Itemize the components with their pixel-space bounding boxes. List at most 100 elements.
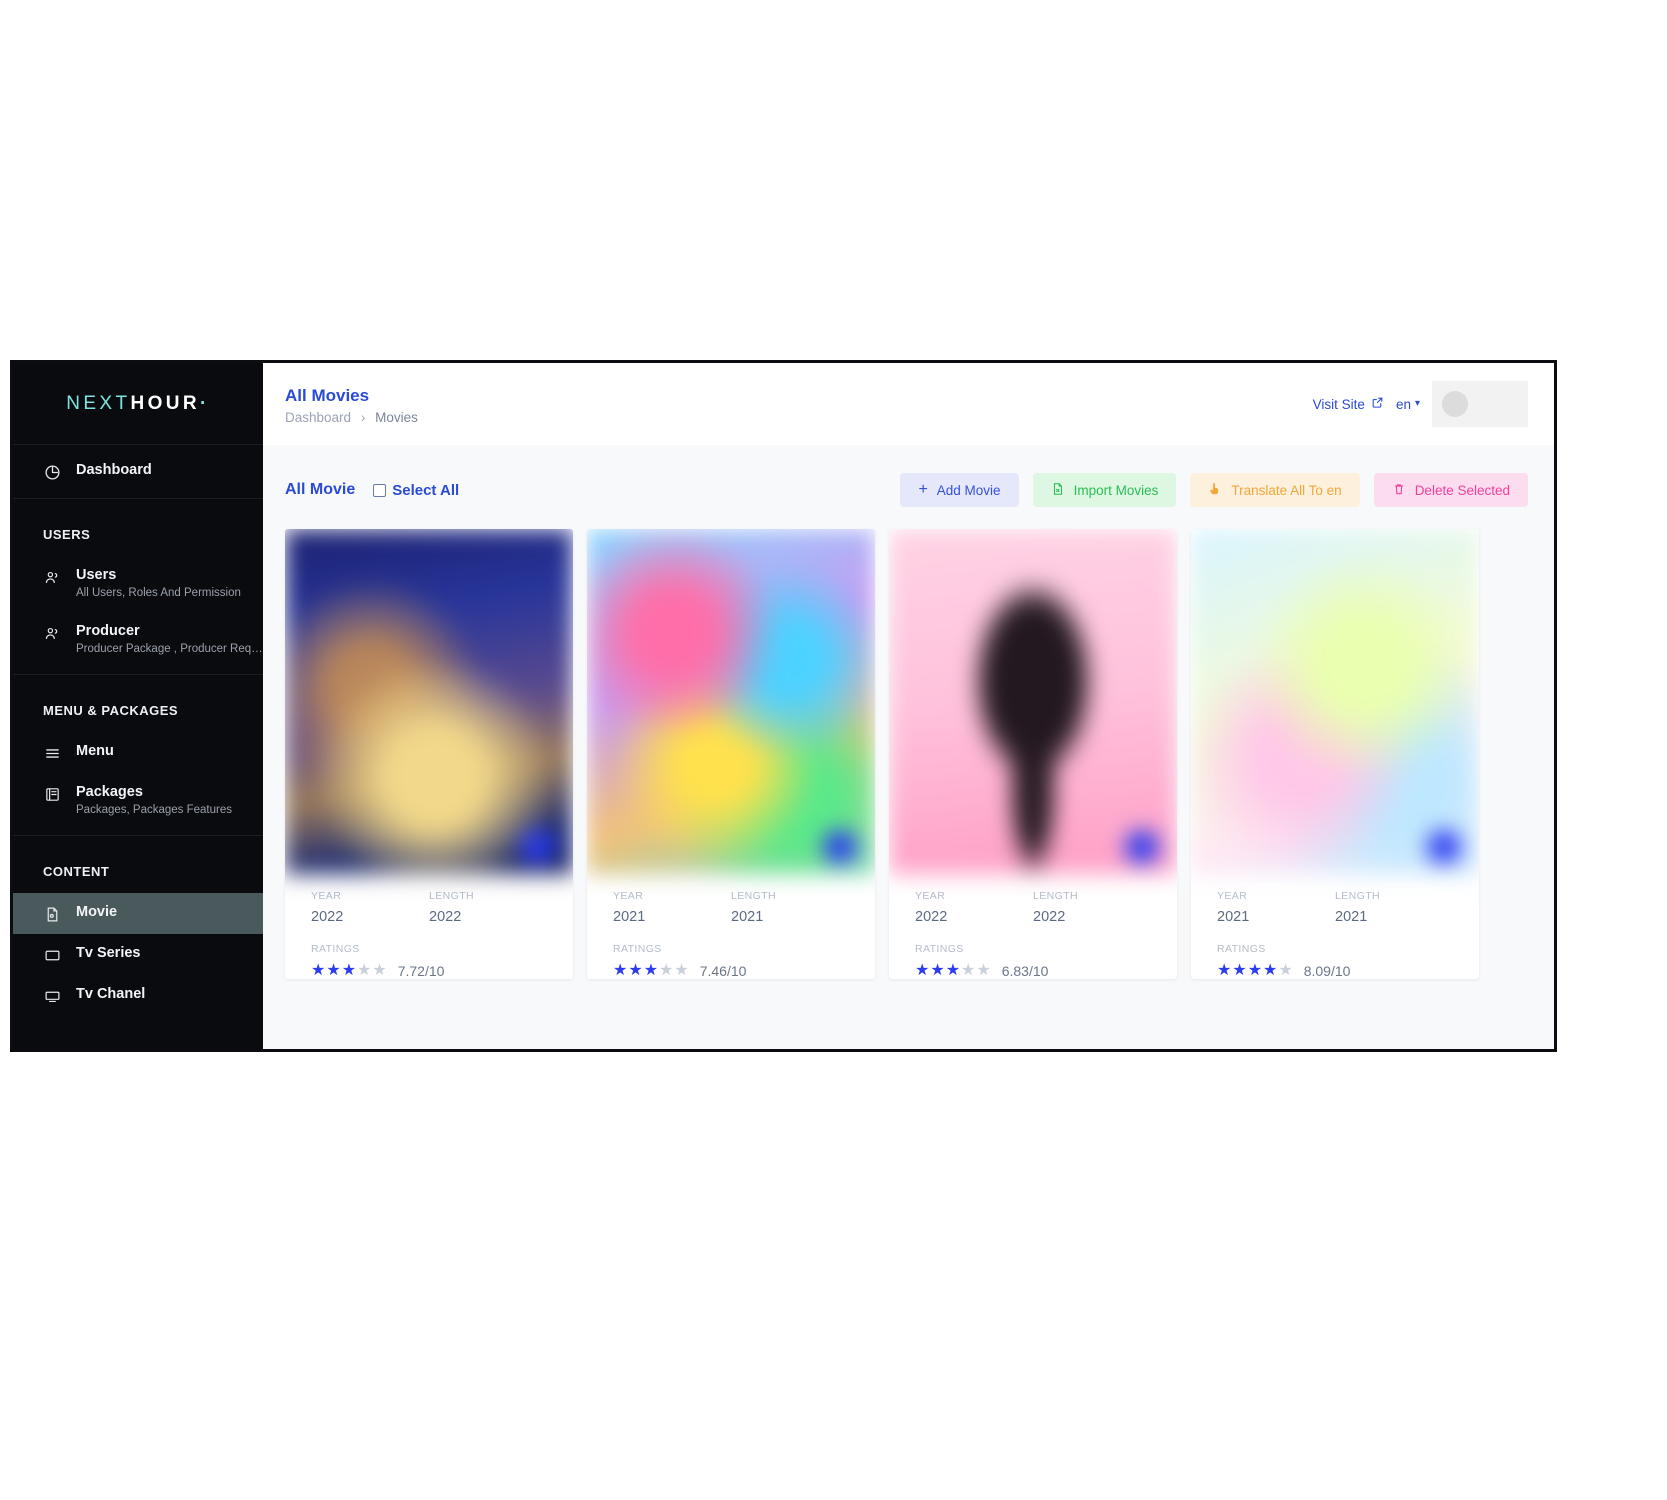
star-rating: ★ ★ ★ ★ ★ xyxy=(311,963,387,979)
visit-site-link[interactable]: Visit Site xyxy=(1313,396,1384,412)
brand-dot: · xyxy=(200,392,210,414)
delete-selected-button[interactable]: Delete Selected xyxy=(1373,473,1528,507)
sidebar-item-menu[interactable]: Menu xyxy=(13,732,263,773)
sidebar-item-users[interactable]: Users All Users, Roles And Permission xyxy=(13,556,263,612)
length-value: 2021 xyxy=(1335,909,1368,925)
nav-section-content: CONTENT Movie Tv Series Tv Chanel xyxy=(13,836,263,1022)
sidebar-item-movie[interactable]: Movie xyxy=(13,893,263,934)
excel-file-icon xyxy=(1051,482,1065,499)
length-label: LENGTH xyxy=(731,890,776,902)
year-value: 2021 xyxy=(1217,909,1250,925)
star-icon: ★ xyxy=(613,962,628,979)
user-menu[interactable] xyxy=(1432,381,1528,427)
users-icon xyxy=(43,624,62,643)
length-value: 2022 xyxy=(1033,909,1066,925)
rating-value: 8.09/10 xyxy=(1303,963,1351,979)
ratings-label: RATINGS xyxy=(613,943,662,955)
breadcrumb-dashboard[interactable]: Dashboard xyxy=(285,410,351,425)
breadcrumb: Dashboard › Movies xyxy=(285,410,418,425)
sidebar-item-packages[interactable]: Packages Packages, Packages Features xyxy=(13,773,263,829)
select-all-control[interactable]: Select All xyxy=(373,482,459,499)
movie-poster[interactable] xyxy=(1191,529,1479,874)
plus-icon: + xyxy=(918,481,928,498)
movie-card[interactable]: YEAR 2022 LENGTH 2022 RATINGS ★ ★ ★ ★ ★ … xyxy=(285,529,573,979)
star-rating: ★ ★ ★ ★ ★ xyxy=(915,963,991,979)
breadcrumb-separator: › xyxy=(360,409,366,425)
movie-card[interactable]: YEAR 2021 LENGTH 2021 RATINGS ★ ★ ★ ★ ★ … xyxy=(587,529,875,979)
brand-hour: HOUR xyxy=(130,392,201,414)
topbar: All Movies Dashboard › Movies Visit Site… xyxy=(263,363,1554,445)
language-selector[interactable]: en ▾ xyxy=(1396,397,1420,412)
movie-year-field: YEAR 2022 xyxy=(311,890,429,925)
movie-year-field: YEAR 2021 xyxy=(613,890,731,925)
toolbar-left: All Movie Select All xyxy=(285,481,459,499)
select-all-checkbox[interactable] xyxy=(373,483,387,497)
movie-card-body: YEAR 2022 LENGTH 2022 RATINGS ★ ★ ★ ★ ★ … xyxy=(889,874,1177,979)
sidebar-item-label: Movie xyxy=(76,904,118,920)
movie-year-field: YEAR 2021 xyxy=(1217,890,1335,925)
import-movies-label: Import Movies xyxy=(1073,482,1159,498)
page-title: All Movies xyxy=(285,385,370,405)
movie-rating: ★ ★ ★ ★ ★ 8.09/10 xyxy=(1217,963,1453,980)
length-value: 2021 xyxy=(731,909,764,925)
sidebar-item-sublabel: Packages, Packages Features xyxy=(76,804,232,816)
breadcrumb-current: Movies xyxy=(375,409,418,425)
nav-section-menu-packages: MENU & PACKAGES Menu Packages Packages, … xyxy=(13,675,263,836)
star-rating: ★ ★ ★ ★ ★ xyxy=(1217,963,1293,979)
brand-next: NEXT xyxy=(66,392,131,414)
movie-length-field: LENGTH 2021 xyxy=(1335,890,1453,925)
movie-card[interactable]: YEAR 2021 LENGTH 2021 RATINGS ★ ★ ★ ★ ★ … xyxy=(1191,529,1479,979)
translate-all-label: Translate All To en xyxy=(1231,482,1342,498)
year-label: YEAR xyxy=(1217,890,1248,902)
visit-site-label: Visit Site xyxy=(1312,396,1365,412)
movie-card[interactable]: YEAR 2022 LENGTH 2022 RATINGS ★ ★ ★ ★ ★ … xyxy=(889,529,1177,979)
toolbar: All Movie Select All + Add Movie Import … xyxy=(285,473,1528,507)
movie-year-field: YEAR 2022 xyxy=(915,890,1033,925)
content-area: All Movie Select All + Add Movie Import … xyxy=(263,445,1554,1049)
movie-rating: ★ ★ ★ ★ ★ 6.83/10 xyxy=(915,963,1151,980)
poster-action-badge[interactable] xyxy=(1125,830,1159,864)
sidebar-item-sublabel: Producer Package , Producer Requ... xyxy=(76,643,263,655)
movie-card-grid: YEAR 2022 LENGTH 2022 RATINGS ★ ★ ★ ★ ★ … xyxy=(285,529,1528,979)
sidebar-item-tv-chanel[interactable]: Tv Chanel xyxy=(13,975,263,1016)
star-icon: ★ xyxy=(659,962,674,979)
movie-poster[interactable] xyxy=(285,529,573,874)
tv-icon xyxy=(43,946,62,965)
select-all-label: Select All xyxy=(392,481,460,499)
poster-action-badge[interactable] xyxy=(521,830,555,864)
star-icon: ★ xyxy=(341,962,357,979)
rating-value: 7.46/10 xyxy=(699,963,747,979)
star-icon: ★ xyxy=(628,962,643,979)
star-icon: ★ xyxy=(357,962,372,979)
sidebar-item-label: Menu xyxy=(76,743,114,759)
movie-length-field: LENGTH 2022 xyxy=(1033,890,1151,925)
external-link-icon xyxy=(1371,396,1384,412)
movie-poster[interactable] xyxy=(889,529,1177,874)
sidebar-item-sublabel: All Users, Roles And Permission xyxy=(76,587,241,599)
sidebar-item-producer[interactable]: Producer Producer Package , Producer Req… xyxy=(13,612,263,668)
movie-file-icon xyxy=(43,905,62,924)
star-icon: ★ xyxy=(1232,962,1247,979)
movie-poster[interactable] xyxy=(587,529,875,874)
rating-value: 6.83/10 xyxy=(1001,963,1049,979)
sidebar-item-tv-series[interactable]: Tv Series xyxy=(13,934,263,975)
star-icon: ★ xyxy=(643,962,659,979)
admin-window: NEXTHOUR· Dashboard USERS Users All User… xyxy=(10,360,1557,1052)
clock-pie-icon xyxy=(43,463,62,482)
sidebar-item-dashboard[interactable]: Dashboard xyxy=(13,451,263,492)
avatar xyxy=(1442,391,1468,417)
users-icon xyxy=(43,568,62,587)
add-movie-button[interactable]: + Add Movie xyxy=(900,473,1019,507)
star-rating: ★ ★ ★ ★ ★ xyxy=(613,963,689,979)
movie-rating: ★ ★ ★ ★ ★ 7.46/10 xyxy=(613,963,849,980)
import-movies-button[interactable]: Import Movies xyxy=(1032,473,1177,507)
translate-all-button[interactable]: Translate All To en xyxy=(1190,473,1360,507)
ratings-label: RATINGS xyxy=(311,943,360,955)
movie-length-field: LENGTH 2022 xyxy=(429,890,547,925)
poster-action-badge[interactable] xyxy=(823,830,857,864)
brand-logo[interactable]: NEXTHOUR· xyxy=(13,363,263,445)
ratings-label: RATINGS xyxy=(1217,943,1266,955)
star-icon: ★ xyxy=(930,962,945,979)
poster-action-badge[interactable] xyxy=(1427,830,1461,864)
sidebar-item-label: Producer xyxy=(76,623,140,639)
